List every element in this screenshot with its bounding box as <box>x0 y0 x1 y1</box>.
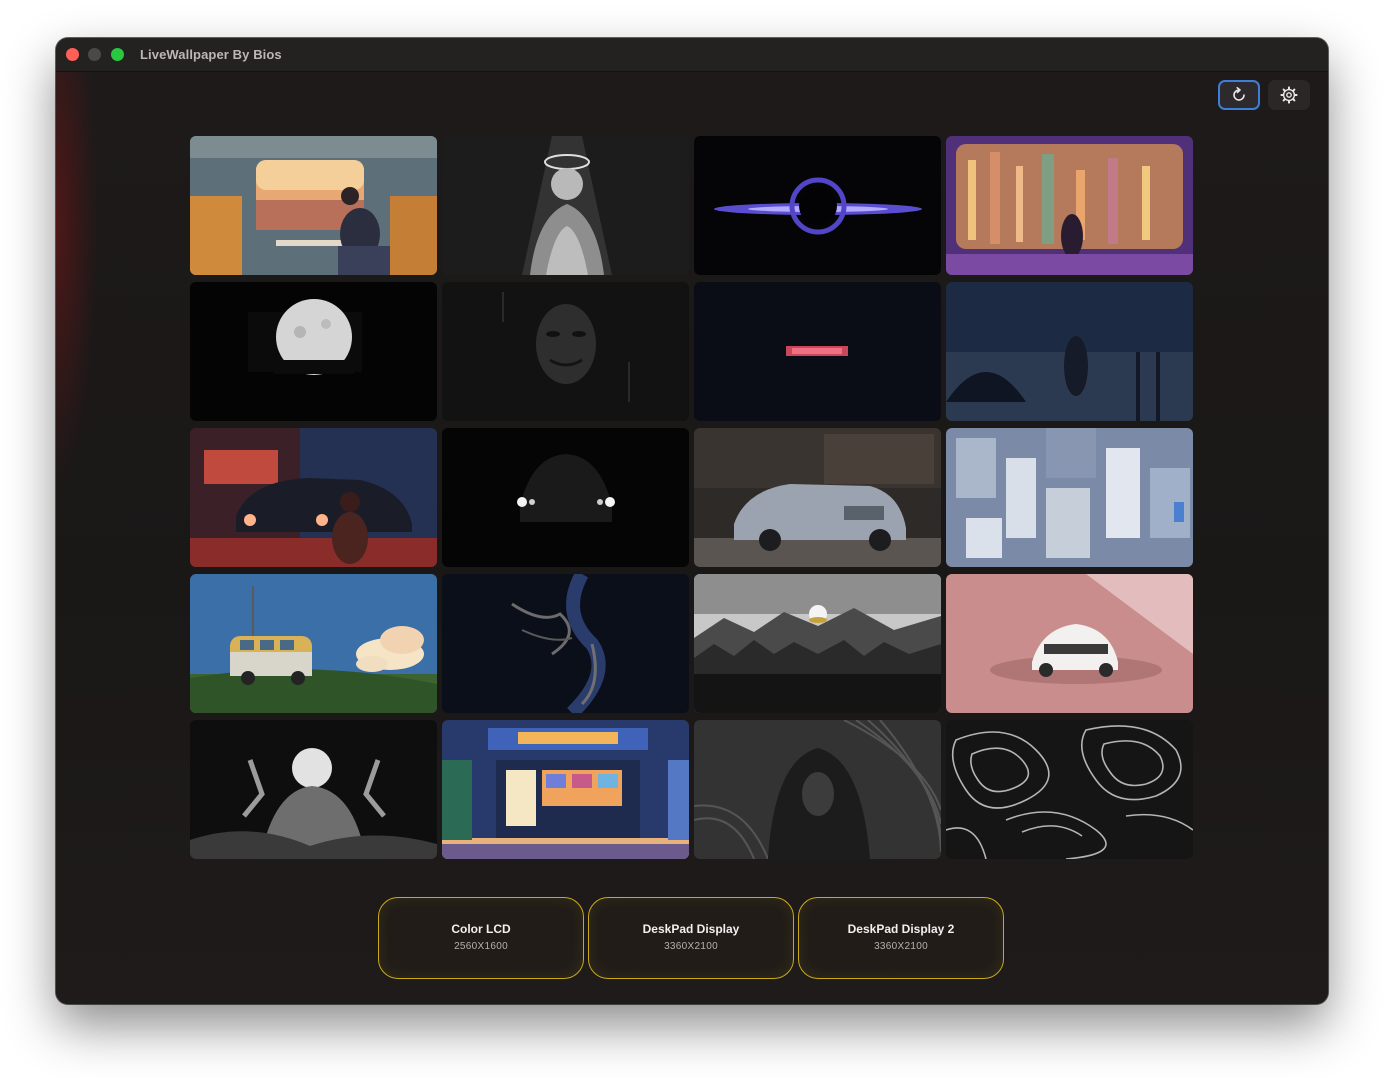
refresh-icon <box>1233 87 1245 101</box>
window-title: LiveWallpaper By Bios <box>140 47 282 62</box>
wallpaper-tile-13[interactable] <box>190 574 437 713</box>
wallpaper-tile-19[interactable] <box>694 720 941 859</box>
display-card-color-lcd[interactable]: Color LCD 2560X1600 <box>378 897 584 979</box>
wallpaper-thumbnail <box>946 136 1193 275</box>
wallpaper-thumbnail <box>694 428 941 567</box>
wallpaper-thumbnail <box>190 574 437 713</box>
wallpaper-thumbnail <box>694 136 941 275</box>
display-card-deskpad[interactable]: DeskPad Display 3360X2100 <box>588 897 794 979</box>
wallpaper-thumbnail <box>946 574 1193 713</box>
wallpaper-tile-2[interactable] <box>442 136 689 275</box>
wallpaper-tile-20[interactable] <box>946 720 1193 859</box>
display-resolution: 3360X2100 <box>664 941 718 952</box>
refresh-button[interactable] <box>1218 80 1260 110</box>
wallpaper-thumbnail <box>190 136 437 275</box>
wallpaper-tile-15[interactable] <box>694 574 941 713</box>
display-name: DeskPad Display <box>642 922 740 936</box>
close-window-button[interactable] <box>66 48 79 61</box>
wallpaper-thumbnail <box>946 282 1193 421</box>
settings-button[interactable] <box>1268 80 1310 110</box>
wallpaper-thumbnail <box>442 574 689 713</box>
display-selector: Color LCD 2560X1600 DeskPad Display 3360… <box>378 897 1008 981</box>
wallpaper-thumbnail <box>442 136 689 275</box>
wallpaper-tile-8[interactable] <box>946 282 1193 421</box>
wallpaper-thumbnail <box>694 282 941 421</box>
wallpaper-tile-18[interactable] <box>442 720 689 859</box>
display-card-deskpad-2[interactable]: DeskPad Display 2 3360X2100 <box>798 897 1004 979</box>
gear-icon <box>1280 86 1298 104</box>
wallpaper-tile-9[interactable] <box>190 428 437 567</box>
main-content: Color LCD 2560X1600 DeskPad Display 3360… <box>56 72 1328 1004</box>
wallpaper-thumbnail <box>442 428 689 567</box>
wallpaper-tile-3[interactable] <box>694 136 941 275</box>
wallpaper-tile-4[interactable] <box>946 136 1193 275</box>
wallpaper-tile-14[interactable] <box>442 574 689 713</box>
zoom-window-button[interactable] <box>111 48 124 61</box>
display-resolution: 3360X2100 <box>874 941 928 952</box>
wallpaper-thumbnail <box>946 428 1193 567</box>
wallpaper-thumbnail <box>442 720 689 859</box>
wallpaper-thumbnail <box>190 282 437 421</box>
wallpaper-tile-11[interactable] <box>694 428 941 567</box>
display-name: Color LCD <box>451 922 511 936</box>
wallpaper-thumbnail <box>190 428 437 567</box>
wallpaper-tile-10[interactable] <box>442 428 689 567</box>
wallpaper-tile-7[interactable] <box>694 282 941 421</box>
wallpaper-tile-17[interactable] <box>190 720 437 859</box>
wallpaper-thumbnail <box>442 282 689 421</box>
wallpaper-thumbnail <box>694 720 941 859</box>
display-resolution: 2560X1600 <box>454 941 508 952</box>
app-window: LiveWallpaper By Bios Color LCD 2560X160… <box>56 38 1328 1004</box>
display-name: DeskPad Display 2 <box>847 922 955 936</box>
wallpaper-thumbnail <box>190 720 437 859</box>
wallpaper-tile-16[interactable] <box>946 574 1193 713</box>
wallpaper-thumbnail <box>694 574 941 713</box>
title-bar: LiveWallpaper By Bios <box>56 38 1328 72</box>
wallpaper-tile-1[interactable] <box>190 136 437 275</box>
minimize-window-button[interactable] <box>88 48 101 61</box>
wallpaper-tile-12[interactable] <box>946 428 1193 567</box>
wallpaper-tile-5[interactable] <box>190 282 437 421</box>
wallpaper-thumbnail <box>946 720 1193 859</box>
wallpaper-tile-6[interactable] <box>442 282 689 421</box>
